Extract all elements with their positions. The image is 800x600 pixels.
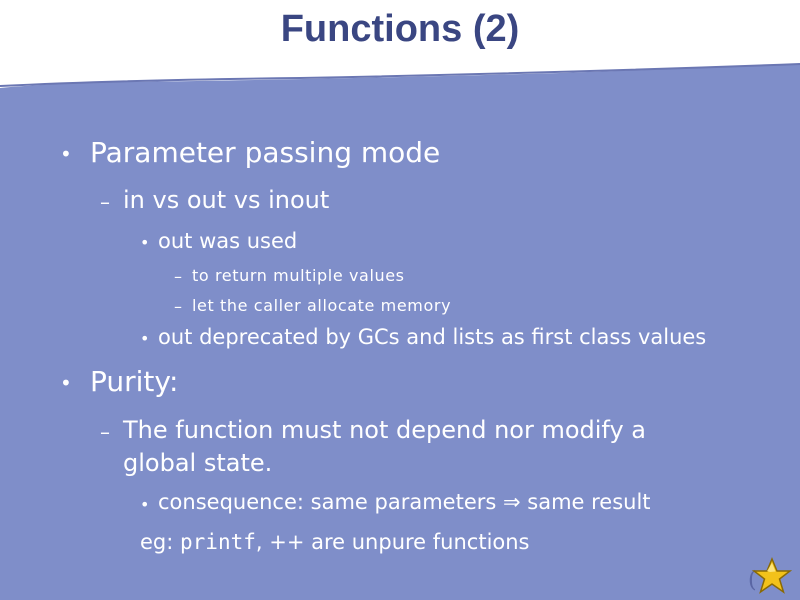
bullet-purity: Purity: (90, 365, 179, 398)
example-line: eg: printf, ++ are unpure functions (140, 530, 530, 554)
bullet-consequence: consequence: same parameters ⇒ same resu… (158, 490, 651, 514)
bullet-return-multiple-values: to return multiple values (192, 266, 405, 285)
bullet-dash: – (174, 297, 182, 316)
bullet-dot: • (140, 233, 150, 252)
bullet-out-deprecated: out deprecated by GCs and lists as first… (158, 325, 707, 349)
bullet-function-global-state-line1: The function must not depend nor modify … (123, 416, 646, 444)
code-increment-operator: ++ (269, 530, 305, 554)
code-printf: printf (180, 530, 256, 554)
bullet-dot: • (60, 371, 72, 395)
slide-title: Functions (2) (280, 8, 520, 50)
bullet-dot: • (140, 495, 150, 514)
bullet-caller-allocate: let the caller allocate memory (192, 296, 452, 315)
star-icon (752, 557, 792, 594)
bullet-parameter-passing: Parameter passing mode (90, 136, 441, 169)
bullet-out-was-used: out was used (158, 229, 298, 253)
example-separator: , (255, 530, 270, 554)
bullet-dash: – (100, 190, 110, 214)
bullet-in-out-inout: in vs out vs inout (123, 186, 330, 214)
slide: Functions (2) • Parameter passing mode –… (0, 0, 800, 600)
bullet-dot: • (60, 142, 72, 166)
example-suffix: are unpure functions (304, 530, 530, 554)
bullet-dash: – (174, 267, 182, 286)
bullet-dot: • (140, 329, 150, 348)
example-prefix: eg: (140, 530, 181, 554)
bullet-function-global-state-line2: global state. (123, 449, 273, 477)
bullet-dash: – (100, 420, 110, 444)
